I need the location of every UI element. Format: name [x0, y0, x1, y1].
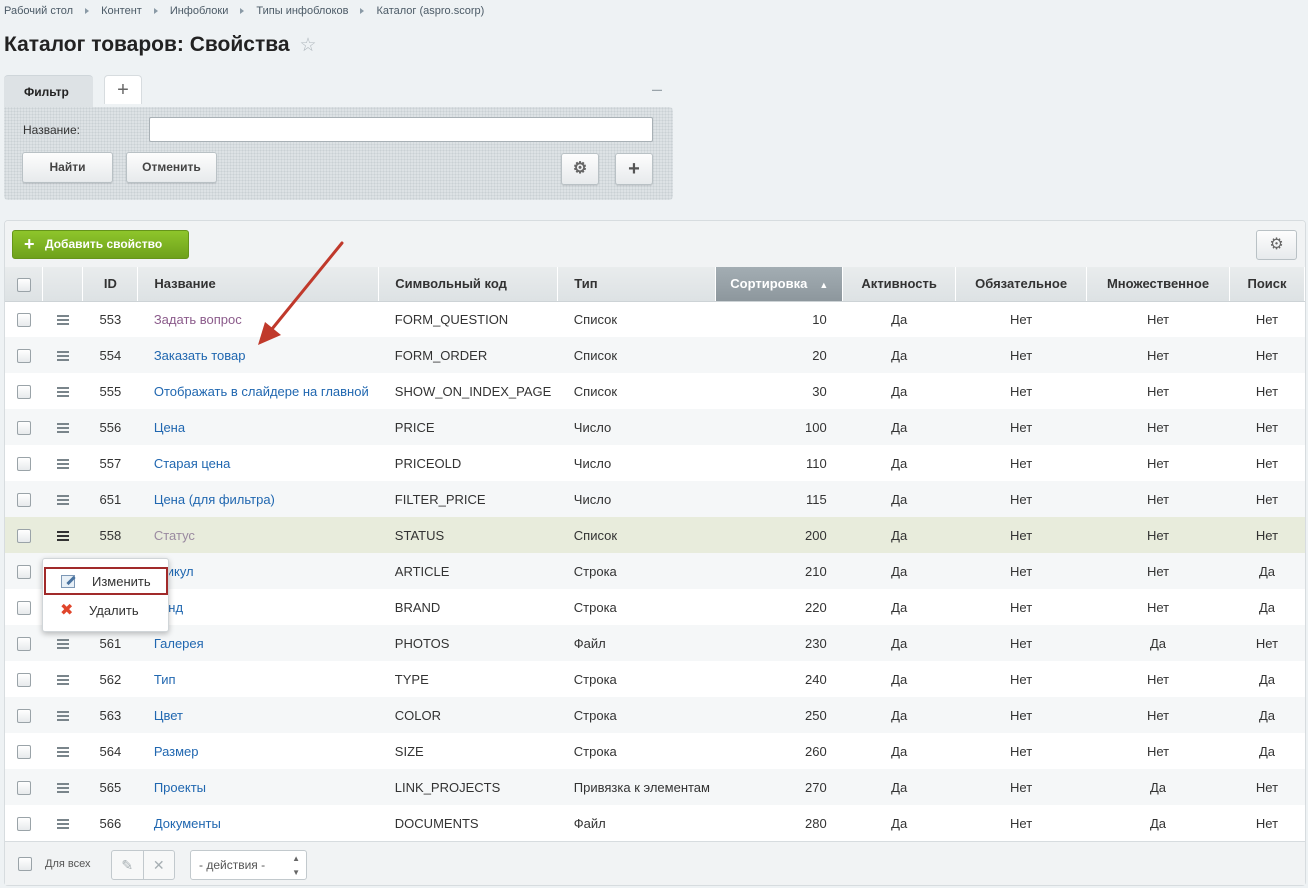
annotation-arrow [258, 241, 344, 345]
